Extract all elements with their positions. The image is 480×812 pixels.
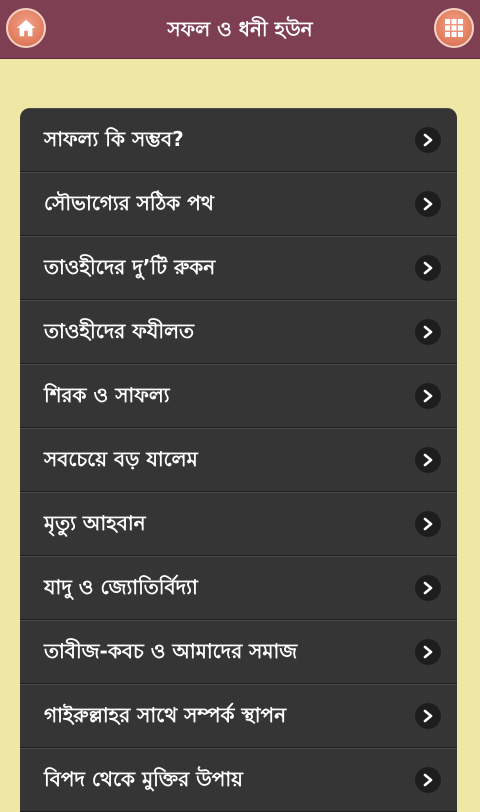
list-item-label: তাবীজ-কবচ ও আমাদের সমাজ bbox=[44, 639, 298, 663]
list-item[interactable]: মৃত্যু আহবান bbox=[20, 492, 457, 556]
list-item-label: সবচেয়ে বড় যালেম bbox=[44, 447, 198, 471]
list-item[interactable]: তাবীজ-কবচ ও আমাদের সমাজ bbox=[20, 620, 457, 684]
chevron-right-icon bbox=[415, 447, 441, 473]
list-item[interactable]: সবচেয়ে বড় যালেম bbox=[20, 428, 457, 492]
chevron-right-icon bbox=[415, 255, 441, 281]
chevron-right-icon bbox=[415, 767, 441, 793]
chevron-right-icon bbox=[415, 511, 441, 537]
chevron-right-icon bbox=[415, 319, 441, 345]
list-item[interactable]: বিপদ থেকে মুক্তির উপায় bbox=[20, 748, 457, 812]
header-bar: সফল ও ধনী হউন bbox=[0, 0, 480, 59]
list-item[interactable]: যাদু ও জ্যোতির্বিদ্যা bbox=[20, 556, 457, 620]
list-item[interactable]: তাওহীদের দু’টি রুকন bbox=[20, 236, 457, 300]
chevron-right-icon bbox=[415, 383, 441, 409]
home-button[interactable] bbox=[6, 8, 46, 48]
list-item[interactable]: সৌভাগ্যের সঠিক পথ bbox=[20, 172, 457, 236]
list-item-label: বিপদ থেকে মুক্তির উপায় bbox=[44, 767, 243, 791]
list-item-label: মৃত্যু আহবান bbox=[44, 511, 146, 535]
grid-icon bbox=[445, 19, 463, 37]
chevron-right-icon bbox=[415, 575, 441, 601]
home-icon bbox=[16, 19, 36, 37]
list-item-label: গাইরুল্লাহর সাথে সম্পর্ক স্থাপন bbox=[44, 703, 287, 727]
list-item[interactable]: সাফল্য কি সম্ভব? bbox=[20, 108, 457, 172]
topic-list: সাফল্য কি সম্ভব? সৌভাগ্যের সঠিক পথ তাওহী… bbox=[20, 108, 457, 812]
list-item-label: সৌভাগ্যের সঠিক পথ bbox=[44, 191, 214, 215]
list-item-label: যাদু ও জ্যোতির্বিদ্যা bbox=[44, 575, 198, 599]
grid-menu-button[interactable] bbox=[434, 8, 474, 48]
list-item-label: তাওহীদের দু’টি রুকন bbox=[44, 255, 216, 279]
list-item-label: তাওহীদের ফযীলত bbox=[44, 319, 195, 343]
chevron-right-icon bbox=[415, 127, 441, 153]
list-item-label: সাফল্য কি সম্ভব? bbox=[44, 127, 184, 151]
chevron-right-icon bbox=[415, 191, 441, 217]
list-item[interactable]: গাইরুল্লাহর সাথে সম্পর্ক স্থাপন bbox=[20, 684, 457, 748]
chevron-right-icon bbox=[415, 639, 441, 665]
chevron-right-icon bbox=[415, 703, 441, 729]
list-item[interactable]: তাওহীদের ফযীলত bbox=[20, 300, 457, 364]
list-item-label: শিরক ও সাফল্য bbox=[44, 383, 170, 407]
page-title: সফল ও ধনী হউন bbox=[167, 17, 313, 41]
list-item[interactable]: শিরক ও সাফল্য bbox=[20, 364, 457, 428]
